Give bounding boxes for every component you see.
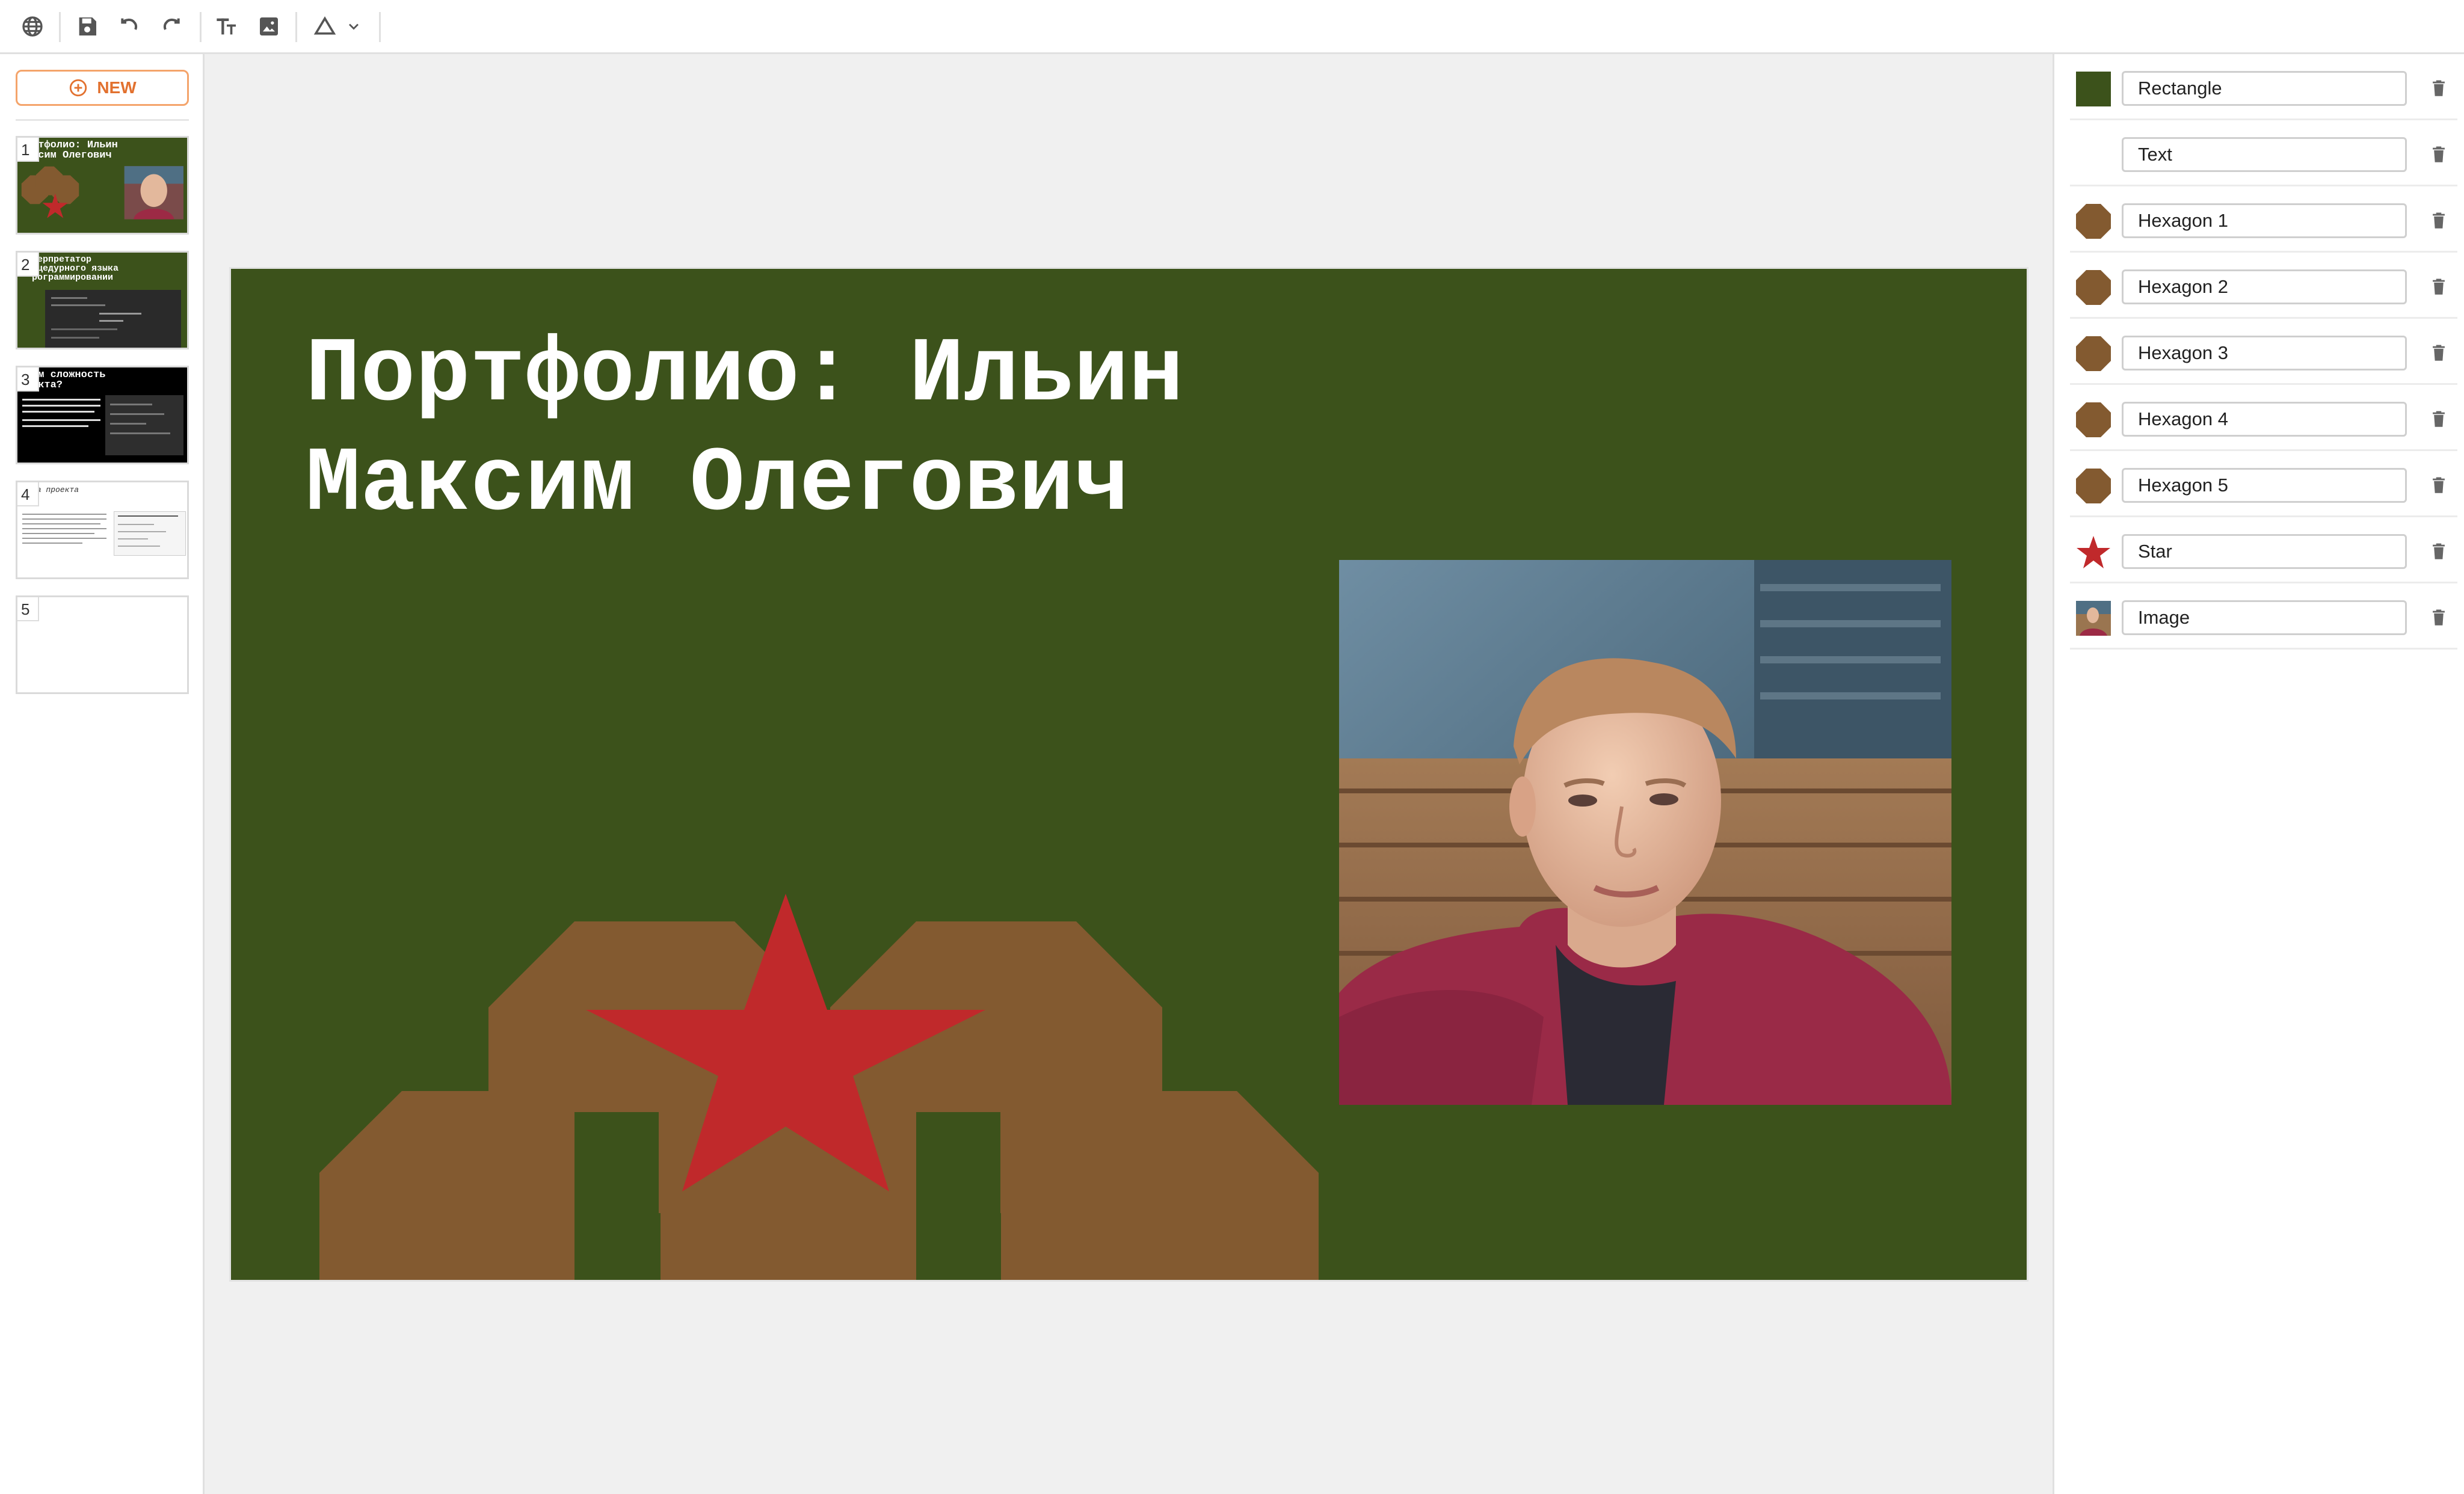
trash-icon[interactable] bbox=[2425, 75, 2453, 102]
slide-thumbnail-3[interactable]: 3 ем сложность екта? bbox=[16, 366, 189, 464]
slide-number: 2 bbox=[17, 253, 39, 277]
toolbar-divider bbox=[59, 12, 61, 42]
layer-row-hexagon-2[interactable] bbox=[2070, 253, 2457, 319]
layer-row-hexagon-4[interactable] bbox=[2070, 385, 2457, 451]
trash-icon[interactable] bbox=[2425, 339, 2453, 367]
trash-icon[interactable] bbox=[2425, 273, 2453, 301]
layer-name-input[interactable] bbox=[2122, 402, 2407, 437]
code-screenshot bbox=[105, 395, 183, 455]
gap-fill bbox=[574, 1112, 659, 1280]
slide-thumbnail-title: ем сложность екта? bbox=[32, 369, 106, 391]
layer-row-rectangle[interactable] bbox=[2070, 54, 2457, 120]
slide-thumbnail-2[interactable]: 2 терпретатор оцедурного языка рограммир… bbox=[16, 251, 189, 349]
slide-number: 4 bbox=[17, 482, 39, 506]
slide-canvas[interactable]: Портфолио: Ильин Максим Олегович bbox=[231, 269, 2027, 1280]
text-icon[interactable] bbox=[212, 12, 241, 41]
layer-row-hexagon-1[interactable] bbox=[2070, 186, 2457, 253]
plus-circle-icon bbox=[70, 79, 87, 97]
layer-name-input[interactable] bbox=[2122, 336, 2407, 370]
slide-title[interactable]: Портфолио: Ильин Максим Олегович bbox=[306, 321, 1629, 540]
layer-row-hexagon-3[interactable] bbox=[2070, 319, 2457, 385]
toolbar-divider bbox=[200, 12, 202, 42]
trash-icon[interactable] bbox=[2425, 604, 2453, 632]
trash-icon[interactable] bbox=[2425, 141, 2453, 168]
code-screenshot bbox=[114, 511, 186, 556]
trash-icon[interactable] bbox=[2425, 538, 2453, 565]
new-slide-button[interactable]: NEW bbox=[16, 70, 189, 106]
globe-icon[interactable] bbox=[18, 12, 47, 41]
layer-row-text[interactable] bbox=[2070, 120, 2457, 186]
undo-icon[interactable] bbox=[115, 12, 144, 41]
portrait-image[interactable] bbox=[1339, 560, 1951, 1105]
layer-row-image[interactable] bbox=[2070, 583, 2457, 650]
layer-name-input[interactable] bbox=[2122, 203, 2407, 238]
image-thumbnail bbox=[2076, 601, 2111, 636]
trash-icon[interactable] bbox=[2425, 405, 2453, 433]
trash-icon[interactable] bbox=[2425, 207, 2453, 235]
slides-panel: NEW 1 ртфолио: Ильин ксим Олегович 2 тер… bbox=[0, 54, 205, 1494]
star-swatch bbox=[2077, 536, 2110, 568]
slide-number: 5 bbox=[17, 597, 39, 621]
layer-name-input[interactable] bbox=[2122, 71, 2407, 106]
hexagon-swatch bbox=[2076, 204, 2111, 239]
layer-row-star[interactable] bbox=[2070, 517, 2457, 583]
image-icon[interactable] bbox=[254, 12, 283, 41]
toolbar-divider bbox=[379, 12, 381, 42]
layer-name-input[interactable] bbox=[2122, 468, 2407, 503]
hexagon-swatch bbox=[2076, 469, 2111, 503]
slide-number: 3 bbox=[17, 367, 39, 392]
save-icon[interactable] bbox=[73, 12, 102, 41]
slide-thumbnail-5[interactable]: 5 bbox=[16, 595, 189, 694]
new-slide-label: NEW bbox=[97, 78, 137, 97]
slide-thumbnail-4[interactable]: 4 за проекта bbox=[16, 481, 189, 579]
layer-row-hexagon-5[interactable] bbox=[2070, 451, 2457, 517]
code-screenshot bbox=[45, 290, 181, 348]
top-toolbar bbox=[0, 0, 2464, 54]
redo-icon[interactable] bbox=[157, 12, 186, 41]
trash-icon[interactable] bbox=[2425, 472, 2453, 499]
hexagon-swatch bbox=[2076, 270, 2111, 305]
gap-fill bbox=[916, 1112, 1000, 1280]
layers-panel bbox=[2053, 54, 2464, 1494]
slide-number: 1 bbox=[17, 138, 39, 162]
slide-thumbnail-title: ртфолио: Ильин ксим Олегович bbox=[32, 140, 118, 161]
layer-name-input[interactable] bbox=[2122, 600, 2407, 635]
layer-name-input[interactable] bbox=[2122, 269, 2407, 304]
slide-thumbnail-title: терпретатор оцедурного языка рограммиров… bbox=[32, 254, 119, 283]
slide-thumbnail-1[interactable]: 1 ртфолио: Ильин ксим Олегович bbox=[16, 136, 189, 235]
layer-name-input[interactable] bbox=[2122, 137, 2407, 172]
layer-name-input[interactable] bbox=[2122, 534, 2407, 569]
divider bbox=[16, 119, 189, 121]
hexagon-swatch bbox=[2076, 402, 2111, 437]
hexagon-swatch bbox=[2076, 336, 2111, 371]
rectangle-swatch bbox=[2076, 72, 2111, 106]
chevron-down-icon[interactable] bbox=[343, 12, 365, 41]
toolbar-divider bbox=[295, 12, 297, 42]
shape-icon[interactable] bbox=[310, 12, 339, 41]
